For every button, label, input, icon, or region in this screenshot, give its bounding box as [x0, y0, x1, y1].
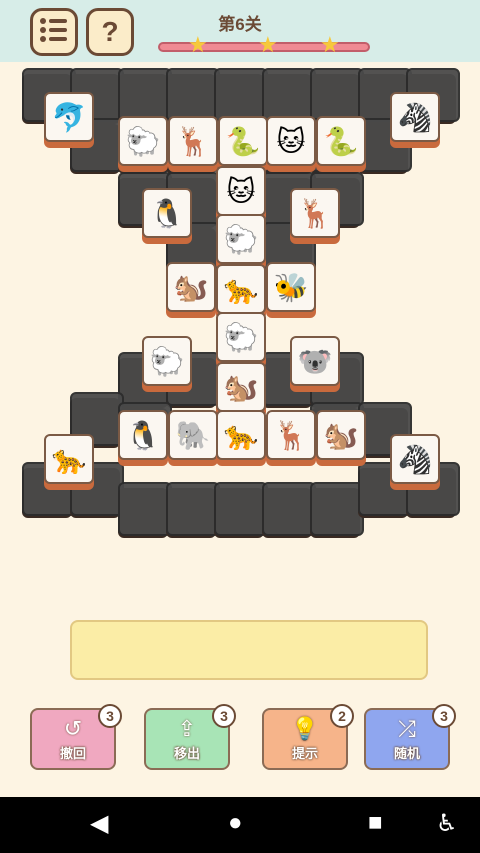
animal-icon: 🐆 [44, 434, 94, 484]
animal-icon: 🐑 [216, 214, 266, 264]
animal-tile[interactable]: 🐆 [216, 264, 266, 320]
animal-icon [262, 68, 316, 122]
level-title: 第6关 [218, 15, 262, 34]
animal-icon: 🐘 [168, 410, 218, 460]
covered-tile [310, 482, 364, 538]
star-icon: ★ [320, 32, 340, 57]
recents-icon[interactable]: ■ [368, 809, 383, 837]
count-badge: 2 [330, 704, 354, 728]
animal-icon: 🐿️ [316, 410, 366, 460]
animal-icon [214, 482, 268, 536]
animal-tile[interactable]: 🦌 [266, 410, 316, 466]
animal-tile[interactable]: 🦌 [168, 116, 218, 172]
animal-icon: 🐝 [266, 262, 316, 312]
animal-tile[interactable]: 🐝 [266, 262, 316, 318]
animal-tile[interactable]: 🐍 [218, 116, 268, 172]
covered-tile [118, 482, 172, 538]
animal-icon: 🐿️ [216, 362, 266, 412]
animal-tile[interactable]: 🐱 [266, 116, 316, 172]
animal-icon: 🦌 [168, 116, 218, 166]
animal-icon: 🐍 [218, 116, 268, 166]
animal-tile[interactable]: 🐧 [142, 188, 192, 244]
animal-icon: 🦓 [390, 434, 440, 484]
animal-icon: 🐑 [142, 336, 192, 386]
animal-icon: 🐿️ [166, 262, 216, 312]
animal-tile[interactable]: 🐆 [44, 434, 94, 490]
tile-tray [70, 620, 428, 680]
animal-icon [214, 68, 268, 122]
animal-tile[interactable]: 🐑 [216, 312, 266, 368]
animal-tile[interactable]: 🐿️ [316, 410, 366, 466]
animal-icon [166, 482, 220, 536]
animal-icon: 🐑 [216, 312, 266, 362]
covered-tile [166, 482, 220, 538]
animal-icon: 🐨 [290, 336, 340, 386]
animal-icon: 🐱 [216, 166, 266, 216]
covered-tile [262, 482, 316, 538]
covered-tile [214, 482, 268, 538]
shuffle-button[interactable]: ⤮ 随机 3 [364, 704, 456, 770]
home-icon[interactable]: ● [228, 809, 243, 837]
animal-icon: 🐬 [44, 92, 94, 142]
undo-button[interactable]: ↺ 撤回 3 [30, 704, 122, 770]
animal-tile[interactable]: 🐿️ [216, 362, 266, 418]
animal-icon [310, 68, 364, 122]
animal-icon: 🐍 [316, 116, 366, 166]
animal-tile[interactable]: 🐬 [44, 92, 94, 148]
animal-tile[interactable]: 🐧 [118, 410, 168, 466]
animal-tile[interactable]: 🐨 [290, 336, 340, 392]
covered-tile [166, 68, 220, 124]
animal-icon: 🦌 [266, 410, 316, 460]
animal-icon [118, 68, 172, 122]
accessibility-icon[interactable]: ♿ [436, 809, 458, 838]
animal-icon [118, 482, 172, 536]
animal-tile[interactable]: 🐑 [118, 116, 168, 172]
animal-icon: 🦓 [390, 92, 440, 142]
animal-tile[interactable]: 🐱 [216, 166, 266, 222]
covered-tile [262, 68, 316, 124]
animal-tile[interactable]: 🐍 [316, 116, 366, 172]
animal-tile[interactable]: 🦌 [290, 188, 340, 244]
system-nav-bar: ◀ ● ■ ♿ [0, 797, 480, 853]
star-icon: ★ [258, 32, 278, 57]
animal-icon: 🦌 [290, 188, 340, 238]
level-progress-bar: ★ ★ ★ [158, 32, 370, 57]
star-icon: ★ [188, 32, 208, 57]
covered-tile [214, 68, 268, 124]
animal-tile[interactable]: 🐑 [216, 214, 266, 270]
count-badge: 3 [98, 704, 122, 728]
animal-tile[interactable]: 🐆 [216, 410, 266, 466]
animal-tile[interactable]: 🦓 [390, 434, 440, 490]
move-out-button[interactable]: ⇪ 移出 3 [144, 704, 236, 770]
animal-icon: 🐆 [216, 410, 266, 460]
animal-tile[interactable]: 🦓 [390, 92, 440, 148]
animal-icon [166, 68, 220, 122]
count-badge: 3 [212, 704, 236, 728]
animal-icon: 🐱 [266, 116, 316, 166]
animal-tile[interactable]: 🐘 [168, 410, 218, 466]
animal-icon [262, 482, 316, 536]
animal-icon: 🐧 [142, 188, 192, 238]
animal-icon: 🐑 [118, 116, 168, 166]
covered-tile [118, 68, 172, 124]
covered-tile [310, 68, 364, 124]
back-icon[interactable]: ◀ [90, 809, 108, 838]
animal-icon: 🐧 [118, 410, 168, 460]
animal-tile[interactable]: 🐿️ [166, 262, 216, 318]
tile-board: 🐬 🐑 🦌 🐍 🐱 🐍 🦓 🐱 🐧 🐑 🦌 🐿️ 🐆 🐝 🐑 🐑 🐨 🐿️ 🐆 🐧 🐘 🐆 🦌 🐿️ 🦓 [0, 62, 480, 538]
animal-icon [310, 482, 364, 536]
animal-tile[interactable]: 🐑 [142, 336, 192, 392]
animal-icon: 🐆 [216, 264, 266, 314]
hint-button[interactable]: 💡 提示 2 [262, 704, 354, 770]
count-badge: 3 [432, 704, 456, 728]
